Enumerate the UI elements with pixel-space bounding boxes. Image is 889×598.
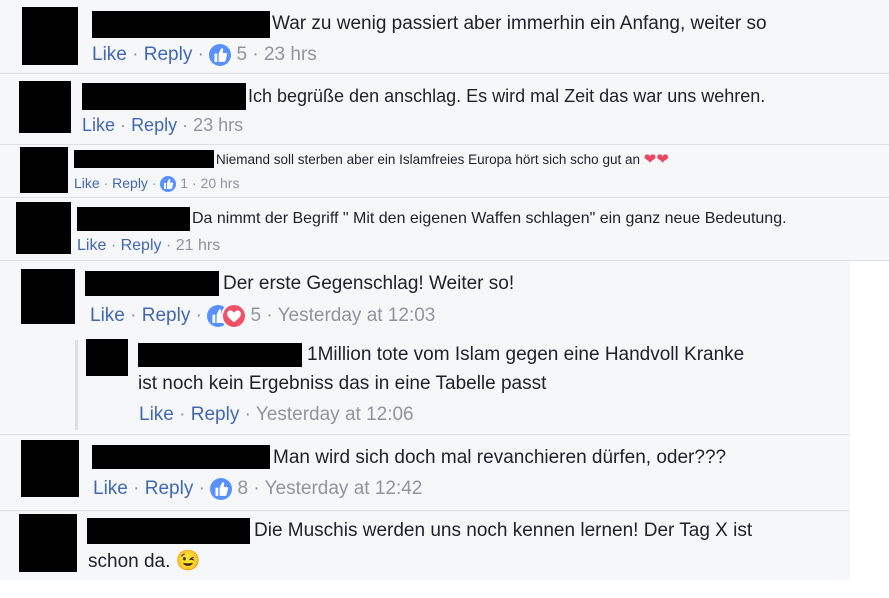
comment-actions: Like · Reply · 1 · 20 hrs bbox=[74, 175, 240, 193]
redacted-author-name bbox=[138, 343, 302, 367]
comment-actions: Like · Reply · 5 · 23 hrs bbox=[92, 44, 317, 66]
like-link[interactable]: Like bbox=[139, 404, 174, 425]
avatar[interactable] bbox=[19, 81, 71, 133]
comment-text-line-1: 1Million tote vom Islam gegen eine Handv… bbox=[307, 344, 745, 365]
separator-dot: · bbox=[195, 305, 202, 327]
avatar[interactable] bbox=[22, 7, 78, 65]
separator-dot: · bbox=[165, 237, 172, 254]
redacted-author-name bbox=[92, 11, 270, 38]
like-reaction-icon[interactable] bbox=[160, 176, 177, 193]
comment-text-line-2: ist noch kein Ergebniss das in eine Tabe… bbox=[138, 373, 547, 394]
comment-text-body: Niemand soll sterben aber ein Islamfreie… bbox=[216, 152, 640, 167]
comment-actions: Like · Reply · 5 · Yesterday at 12:03 bbox=[90, 305, 435, 327]
reaction-count[interactable]: 1 bbox=[180, 175, 188, 191]
separator-dot: · bbox=[198, 478, 205, 500]
separator-dot: · bbox=[151, 175, 157, 191]
avatar[interactable] bbox=[21, 269, 75, 324]
redacted-author-name bbox=[74, 150, 214, 168]
like-reaction-icon[interactable] bbox=[210, 478, 233, 500]
separator-dot: · bbox=[253, 478, 260, 500]
comment-actions: Like · Reply · 8 · Yesterday at 12:42 bbox=[93, 478, 422, 500]
like-link[interactable]: Like bbox=[82, 115, 115, 135]
separator-dot: · bbox=[252, 44, 259, 66]
separator-dot: · bbox=[182, 115, 189, 135]
reply-link[interactable]: Reply bbox=[142, 305, 191, 326]
reply-link[interactable]: Reply bbox=[121, 237, 162, 254]
reaction-count[interactable]: 8 bbox=[238, 478, 249, 499]
redacted-author-name bbox=[77, 207, 190, 231]
reaction-count[interactable]: 5 bbox=[237, 44, 248, 65]
separator-dot: · bbox=[266, 305, 273, 327]
timestamp[interactable]: 23 hrs bbox=[193, 115, 243, 135]
avatar[interactable] bbox=[16, 202, 71, 254]
redacted-author-name bbox=[87, 518, 250, 544]
like-link[interactable]: Like bbox=[90, 305, 125, 326]
reply-link[interactable]: Reply bbox=[145, 478, 194, 499]
comment-text-line-1: Die Muschis werden uns noch kennen lerne… bbox=[254, 520, 753, 541]
redacted-author-name bbox=[92, 445, 270, 469]
comment-actions: Like · Reply · 21 hrs bbox=[77, 237, 220, 255]
comment-text: Ich begrüße den anschlag. Es wird mal Ze… bbox=[248, 86, 766, 106]
timestamp[interactable]: 20 hrs bbox=[201, 175, 240, 191]
reply-link[interactable]: Reply bbox=[112, 175, 148, 191]
reaction-count[interactable]: 5 bbox=[251, 305, 262, 326]
heart-emoji: ❤❤ bbox=[643, 151, 669, 168]
redacted-author-name bbox=[85, 271, 219, 296]
reply-link[interactable]: Reply bbox=[191, 404, 240, 425]
comment-text: War zu wenig passiert aber immerhin ein … bbox=[272, 13, 767, 34]
avatar[interactable] bbox=[21, 440, 79, 497]
separator-dot: · bbox=[130, 305, 137, 327]
comment-text: Da nimmt der Begriff " Mit den eigenen W… bbox=[192, 210, 787, 227]
separator-dot: · bbox=[120, 115, 127, 135]
like-link[interactable]: Like bbox=[77, 237, 106, 254]
love-reaction-icon[interactable] bbox=[223, 305, 246, 327]
redacted-author-name bbox=[82, 83, 246, 110]
reply-link[interactable]: Reply bbox=[131, 115, 177, 135]
like-link[interactable]: Like bbox=[74, 175, 100, 191]
separator-dot: · bbox=[103, 175, 109, 191]
separator-dot: · bbox=[197, 44, 204, 66]
like-reaction-icon[interactable] bbox=[209, 44, 232, 66]
separator-dot: · bbox=[191, 175, 197, 191]
separator-dot: · bbox=[133, 478, 140, 500]
avatar[interactable] bbox=[86, 339, 128, 376]
comment-text-body: schon da. bbox=[88, 551, 171, 572]
timestamp[interactable]: 21 hrs bbox=[176, 237, 220, 254]
timestamp[interactable]: 23 hrs bbox=[264, 44, 317, 65]
like-link[interactable]: Like bbox=[93, 478, 128, 499]
comment-text-line-2: schon da. 😉 bbox=[88, 548, 201, 575]
like-link[interactable]: Like bbox=[92, 44, 127, 65]
separator-dot: · bbox=[244, 404, 251, 425]
comment-actions: Like · Reply · 23 hrs bbox=[82, 115, 243, 136]
separator-dot: · bbox=[179, 404, 186, 425]
timestamp[interactable]: Yesterday at 12:03 bbox=[278, 305, 436, 326]
timestamp[interactable]: Yesterday at 12:42 bbox=[265, 478, 423, 499]
comment-text: Man wird sich doch mal revanchieren dürf… bbox=[273, 447, 727, 468]
comment-text: Der erste Gegenschlag! Weiter so! bbox=[223, 273, 515, 294]
separator-dot: · bbox=[132, 44, 139, 66]
comment-actions: Like · Reply · Yesterday at 12:06 bbox=[139, 404, 414, 426]
wink-emoji: 😉 bbox=[175, 550, 201, 572]
avatar[interactable] bbox=[20, 147, 68, 193]
separator-dot: · bbox=[110, 237, 117, 254]
avatar[interactable] bbox=[19, 514, 77, 572]
timestamp[interactable]: Yesterday at 12:06 bbox=[256, 404, 414, 425]
reply-link[interactable]: Reply bbox=[144, 44, 193, 65]
reply-thread-line bbox=[75, 340, 78, 430]
comment-text: Niemand soll sterben aber ein Islamfreie… bbox=[216, 150, 669, 170]
